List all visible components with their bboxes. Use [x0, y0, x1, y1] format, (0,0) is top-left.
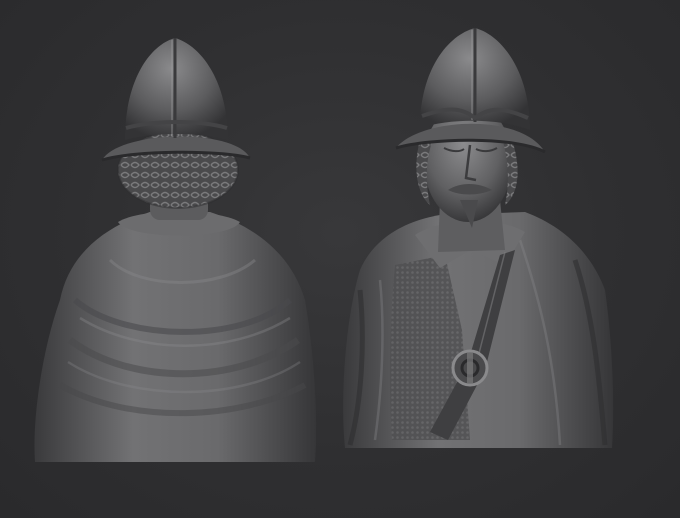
bust-back-view: [34, 38, 317, 462]
sculpt-render: [34, 28, 614, 462]
bust-front-view: [343, 28, 614, 448]
back-cloak: [34, 212, 317, 462]
render-viewport: [0, 0, 680, 518]
